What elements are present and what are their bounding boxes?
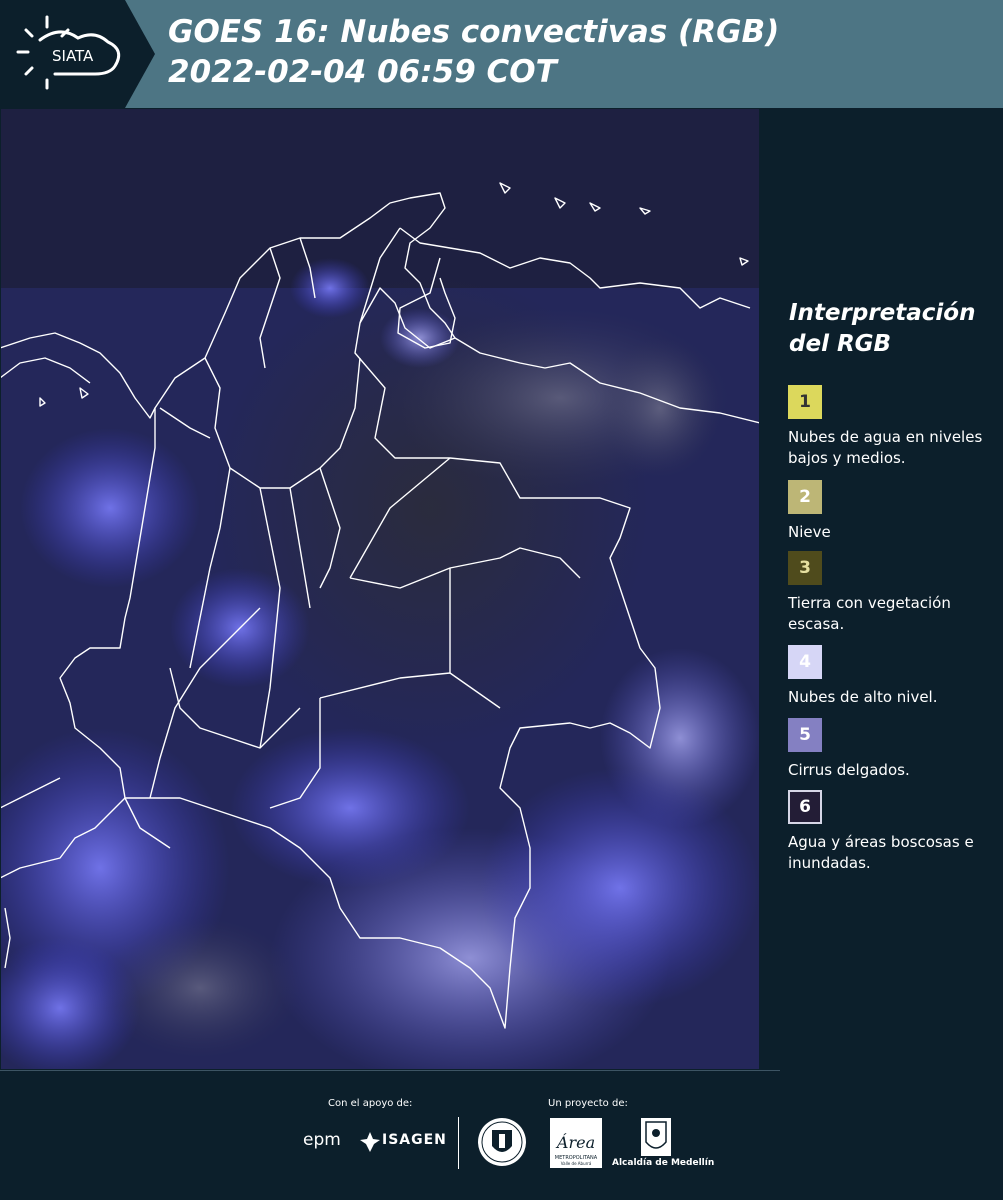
isagen-icon [360,1132,380,1152]
title-line-1: GOES 16: Nubes convectivas (RGB) [168,14,780,50]
epm-logo: epm [303,1130,341,1150]
legend-panel: Interpretación del RGB 1 Nubes de agua e… [760,108,1003,1070]
title-line-2: 2022-02-04 06:59 COT [168,54,557,90]
area-metropolitana-logo: Área METROPOLITANA Valle de Aburrá [550,1118,602,1168]
legend-swatch-6: 6 [788,790,822,824]
footer: Con el apoyo de: Un proyecto de: epm ISA… [0,1070,1003,1200]
legend-label-6: Agua y áreas boscosas e inundadas. [788,833,974,872]
legend-title-line-1: Interpretación [789,300,976,326]
header: SIATA GOES 16: Nubes convectivas (RGB) 2… [0,0,1003,108]
legend-label-3: Tierra con vegetación escasa. [788,594,951,633]
legend-item-4: 4 Nubes de alto nivel. [788,645,998,708]
siata-logo: SIATA [0,0,155,108]
legend-swatch-4: 4 [788,645,822,679]
svg-text:Valle de Aburrá: Valle de Aburrá [561,1161,592,1166]
svg-text:Área: Área [555,1132,595,1152]
page-title: GOES 16: Nubes convectivas (RGB) 2022-02… [168,12,779,92]
legend-label-4: Nubes de alto nivel. [788,688,938,706]
alcaldia-label: Alcaldía de Medellín [612,1158,715,1168]
medellin-seal-icon [478,1118,526,1166]
footer-divider [0,1070,780,1071]
project-label: Un proyecto de: [548,1098,628,1109]
legend-label-2: Nieve [788,523,831,541]
legend-swatch-3: 3 [788,551,822,585]
legend-item-1: 1 Nubes de agua en niveles bajos y medio… [788,385,998,469]
legend-swatch-5: 5 [788,718,822,752]
legend-label-5: Cirrus delgados. [788,761,910,779]
legend-title-line-2: del RGB [789,331,892,357]
legend-item-6: 6 Agua y áreas boscosas e inundadas. [788,790,998,874]
legend-swatch-2: 2 [788,480,822,514]
satellite-map [0,108,760,1070]
legend-label-1: Nubes de agua en niveles bajos y medios. [788,428,983,467]
isagen-logo: ISAGEN [382,1132,447,1148]
legend-item-5: 5 Cirrus delgados. [788,718,998,781]
legend-title: Interpretación del RGB [789,298,975,360]
legend-swatch-1: 1 [788,385,822,419]
legend-item-3: 3 Tierra con vegetación escasa. [788,551,998,635]
svg-text:SIATA: SIATA [52,47,94,65]
alcaldia-shield-icon [641,1118,671,1156]
footer-separator [458,1117,459,1169]
support-label: Con el apoyo de: [328,1098,413,1109]
legend-item-2: 2 Nieve [788,480,998,543]
sun-cloud-icon: SIATA [16,15,121,90]
